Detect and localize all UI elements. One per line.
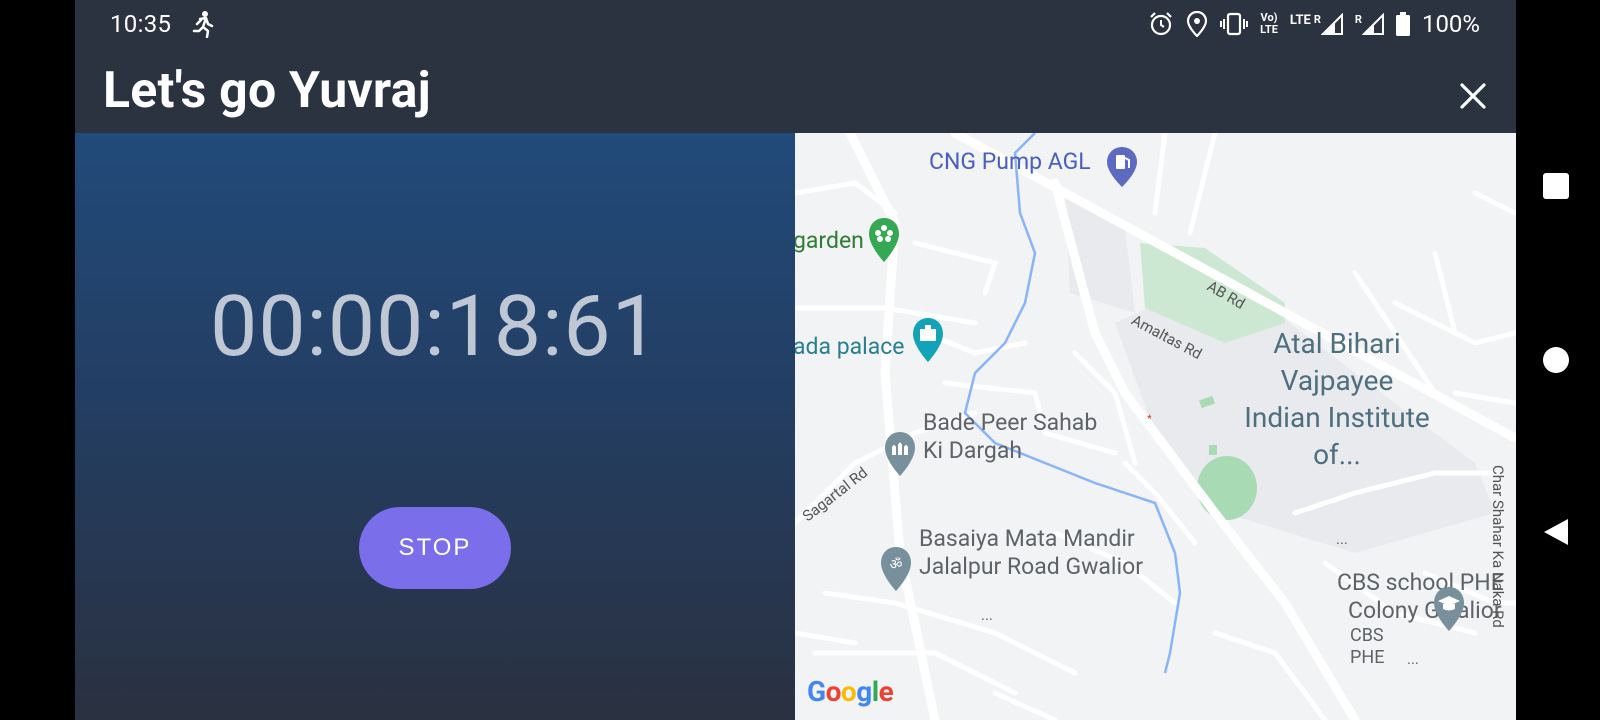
road-label-char-shahar: Char Shahar Ka Naka Rd	[1489, 465, 1507, 628]
triangle-back-icon	[1544, 519, 1568, 545]
back-button[interactable]	[1542, 517, 1570, 551]
volte-bottom: LTE	[1260, 23, 1278, 36]
location-icon	[1186, 11, 1208, 37]
roaming-label-2: R	[1354, 13, 1362, 26]
close-icon	[1460, 83, 1486, 109]
map-label-dargah-1: Bade Peer Sahab	[923, 409, 1098, 436]
garden-pin-icon[interactable]	[867, 217, 901, 267]
close-button[interactable]	[1455, 78, 1491, 114]
gas-station-pin-icon[interactable]	[1105, 146, 1139, 192]
app-bar: Let's go Yuvraj	[75, 48, 1516, 132]
institute-line-4: of...	[1313, 438, 1361, 471]
vibrate-icon	[1220, 12, 1249, 36]
signal-icon	[1320, 13, 1343, 35]
svg-text:ॐ: ॐ	[890, 557, 903, 573]
map-label-institute: Atal Bihari Vajpayee Indian Institute of…	[1237, 325, 1437, 473]
svg-text:*: *	[1147, 412, 1152, 426]
app-screen: 10:35 Vo) LTE LTE R R 100% Let's go Yuvr…	[75, 0, 1516, 720]
status-time: 10:35	[110, 10, 172, 38]
institute-line-3: Indian Institute	[1244, 401, 1430, 434]
battery-icon	[1395, 12, 1410, 36]
timer-panel: 00:00:18:61 STOP	[75, 133, 795, 720]
recents-button[interactable]	[1542, 172, 1570, 204]
google-logo: Google	[807, 675, 894, 708]
page-title: Let's go Yuvraj	[103, 62, 431, 120]
school-pin-icon[interactable]	[1432, 586, 1466, 636]
map-label-garden: garden	[795, 227, 864, 254]
map-view[interactable]: * CNG Pump AGL garden ada palace Bade Pe…	[795, 133, 1516, 720]
alarm-icon	[1148, 11, 1174, 37]
map-label-cbs-1: CBS	[1350, 625, 1384, 646]
institute-line-2: Vajpayee	[1280, 364, 1394, 397]
map-label-palace: ada palace	[795, 333, 905, 360]
signal-icon-2	[1361, 13, 1384, 35]
battery-percentage: 100%	[1421, 10, 1480, 38]
lte-label: LTE	[1289, 13, 1311, 28]
map-label-ellipsis-3: ...	[1407, 650, 1419, 668]
map-label-ellipsis-1: ...	[981, 606, 993, 624]
navigation-bar	[1516, 0, 1600, 720]
circle-icon	[1543, 347, 1569, 373]
stop-button[interactable]: STOP	[359, 507, 511, 589]
map-label-school-2: Colony Gwalior	[1348, 597, 1502, 624]
map-label-ellipsis-2: ...	[1336, 530, 1348, 548]
map-label-school-1: CBS school PHE	[1337, 569, 1504, 596]
dargah-pin-icon[interactable]	[883, 431, 917, 481]
temple-pin-icon[interactable]: ॐ	[879, 546, 913, 596]
status-bar: 10:35 Vo) LTE LTE R R 100%	[75, 0, 1516, 48]
volte-icon: Vo) LTE	[1260, 12, 1278, 36]
home-button[interactable]	[1542, 346, 1570, 378]
map-label-cng-pump: CNG Pump AGL	[929, 148, 1091, 175]
map-label-mandir-2: Jalalpur Road Gwalior	[919, 553, 1144, 580]
map-label-dargah-2: Ki Dargah	[923, 437, 1023, 464]
status-icons: Vo) LTE LTE R R 100%	[1148, 10, 1480, 38]
map-label-cbs-2: PHE	[1350, 647, 1385, 668]
square-icon	[1543, 173, 1569, 199]
stopwatch-display: 00:00:18:61	[210, 277, 660, 376]
palace-pin-icon[interactable]	[911, 317, 945, 367]
lte-signal-1: LTE R	[1290, 13, 1343, 35]
map-label-mandir-1: Basaiya Mata Mandir	[919, 525, 1135, 552]
running-activity-icon	[191, 10, 215, 42]
lte-signal-2: R	[1355, 13, 1384, 35]
institute-line-1: Atal Bihari	[1273, 327, 1401, 360]
roaming-label: R	[1313, 13, 1321, 26]
